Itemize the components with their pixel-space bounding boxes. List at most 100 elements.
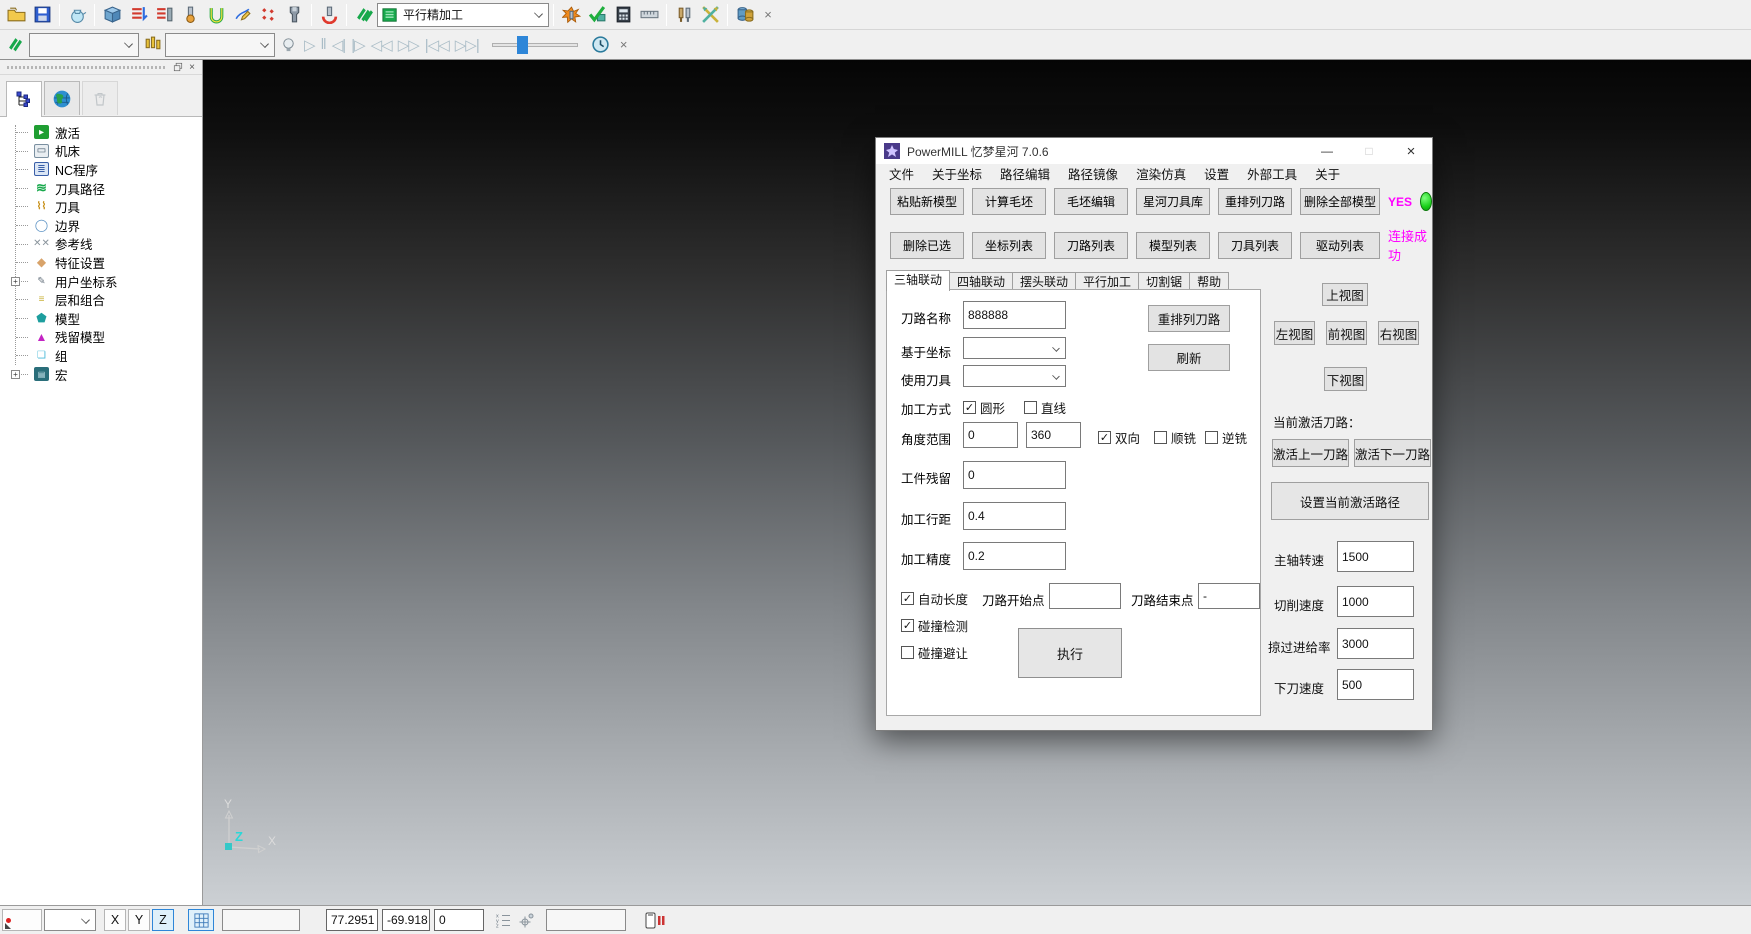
drive-list-button[interactable]: 驱动列表 — [1300, 232, 1380, 259]
view-left-button[interactable]: 左视图 — [1274, 321, 1315, 345]
toolpath-list-button[interactable]: 刀路列表 — [1054, 232, 1128, 259]
panel-float-icon[interactable] — [171, 61, 185, 73]
powermill-logo-icon[interactable] — [351, 2, 377, 28]
sim-toolbar-close-icon[interactable]: × — [614, 35, 634, 55]
marker-tool-button[interactable] — [2, 909, 42, 931]
calculator-icon[interactable] — [610, 2, 636, 28]
menu-file[interactable]: 文件 — [880, 165, 923, 186]
rearrange-toolpaths-button[interactable]: 重排列刀路 — [1218, 188, 1292, 215]
tree-item-reference-lines[interactable]: ✕✕参考线 — [10, 235, 202, 254]
sim-speed-slider[interactable] — [492, 43, 578, 47]
tree-item-feature-sets[interactable]: ◆特征设置 — [10, 253, 202, 272]
activate-prev-toolpath-button[interactable]: 激活上一刀路 — [1272, 439, 1349, 467]
boundary-icon[interactable] — [203, 2, 229, 28]
angle-to-input[interactable]: 360 — [1026, 422, 1081, 448]
end-point-input[interactable]: - — [1198, 583, 1260, 609]
tree-item-models[interactable]: ⬟模型 — [10, 309, 202, 328]
fast-forward-icon[interactable]: ▷▷ — [395, 36, 422, 54]
collision-avoid-checkbox[interactable]: 碰撞避让 — [901, 643, 968, 662]
sim-tool-combo[interactable] — [165, 33, 275, 57]
menu-path-mirror[interactable]: 路径镜像 — [1059, 165, 1127, 186]
view-right-button[interactable]: 右视图 — [1378, 321, 1419, 345]
refresh-button[interactable]: 刷新 — [1148, 344, 1230, 371]
menu-path-edit[interactable]: 路径编辑 — [991, 165, 1059, 186]
tab-recycle-bin[interactable] — [82, 81, 118, 115]
step-forward-icon[interactable]: |▷ — [348, 36, 367, 54]
tool-list-button[interactable]: 刀具列表 — [1218, 232, 1292, 259]
block-icon[interactable] — [99, 2, 125, 28]
start-point-input[interactable] — [1049, 583, 1121, 609]
xyz-list-icon[interactable]: xyz — [496, 912, 512, 928]
calc-stock-button[interactable]: 计算毛坯 — [972, 188, 1046, 215]
mode-circle-checkbox[interactable]: ✓圆形 — [963, 398, 1005, 417]
tree-item-machine-tool[interactable]: ▭机床 — [10, 142, 202, 161]
coord-list-button[interactable]: 坐标列表 — [972, 232, 1046, 259]
view-bottom-button[interactable]: 下视图 — [1324, 367, 1367, 391]
rewind-icon[interactable]: ◁◁ — [368, 36, 395, 54]
tree-item-stock-models[interactable]: ▲残留模型 — [10, 328, 202, 347]
collision-check-checkbox[interactable]: ✓碰撞检测 — [901, 616, 968, 635]
angle-from-input[interactable]: 0 — [963, 422, 1018, 448]
use-tool-combo[interactable] — [963, 365, 1066, 387]
tool-holder-icon[interactable] — [281, 2, 307, 28]
toolbar-close-icon[interactable]: × — [758, 5, 778, 25]
stepover-input[interactable]: 0.4 — [963, 502, 1066, 530]
stock-edit-button[interactable]: 毛坯编辑 — [1054, 188, 1128, 215]
view-front-button[interactable]: 前视图 — [1326, 321, 1367, 345]
tab-web-globe[interactable] — [44, 81, 80, 115]
mode-line-checkbox[interactable]: 直线 — [1024, 398, 1066, 417]
go-to-start-icon[interactable]: |◁◁ — [422, 36, 452, 54]
go-to-end-icon[interactable]: ▷▷| — [452, 36, 482, 54]
toolpath-name-input[interactable]: 888888 — [963, 301, 1066, 329]
minimize-icon[interactable]: — — [1306, 138, 1348, 164]
delete-selected-button[interactable]: 删除已选 — [890, 232, 964, 259]
tree-item-groups[interactable]: ❏组 — [10, 346, 202, 365]
stock-remain-input[interactable]: 0 — [963, 461, 1066, 489]
base-coord-combo[interactable] — [963, 337, 1066, 359]
tree-item-boundaries[interactable]: ◯边界 — [10, 216, 202, 235]
ruler-measure-icon[interactable] — [636, 2, 662, 28]
tab-explorer-tree[interactable] — [6, 81, 42, 117]
tree-item-tools[interactable]: ⌇⌇刀具 — [10, 197, 202, 216]
set-active-path-button[interactable]: 设置当前激活路径 — [1271, 482, 1429, 520]
model-list-button[interactable]: 模型列表 — [1136, 232, 1210, 259]
stock-model-cylinders-icon[interactable] — [732, 2, 758, 28]
powermill-toolpath-icon[interactable] — [3, 32, 29, 58]
axis-x-button[interactable]: X — [104, 909, 126, 931]
pattern-pencil-icon[interactable] — [229, 2, 255, 28]
tool-icon[interactable] — [177, 2, 203, 28]
expand-icon[interactable]: + — [11, 277, 20, 286]
plunge-speed-input[interactable]: 500 — [1337, 669, 1414, 700]
paste-new-model-button[interactable]: 粘贴新模型 — [890, 188, 964, 215]
menu-about[interactable]: 关于 — [1306, 165, 1349, 186]
menu-external-tools[interactable]: 外部工具 — [1238, 165, 1306, 186]
skim-feedrate-input[interactable]: 3000 — [1337, 628, 1414, 659]
open-project-icon[interactable] — [3, 2, 29, 28]
toolpath-strategy-icon[interactable] — [125, 2, 151, 28]
direction-both-checkbox[interactable]: ✓双向 — [1098, 428, 1140, 447]
play-icon[interactable]: ▷ — [301, 36, 318, 54]
cursor-z-field[interactable]: 0 — [434, 909, 484, 931]
spindle-speed-input[interactable]: 1500 — [1337, 541, 1414, 572]
climb-milling-checkbox[interactable]: 顺铣 — [1154, 428, 1196, 447]
maximize-icon[interactable]: □ — [1348, 138, 1390, 164]
galaxy-tool-library-button[interactable]: 星河刀具库 — [1136, 188, 1210, 215]
axis-z-button[interactable]: Z — [152, 909, 174, 931]
tolerance-status-field[interactable] — [546, 909, 626, 931]
tolerance-input[interactable]: 0.2 — [963, 542, 1066, 570]
status-combo[interactable] — [44, 909, 96, 931]
close-icon[interactable]: × — [1390, 138, 1432, 164]
step-back-icon[interactable]: ◁| — [329, 36, 348, 54]
delete-all-models-button[interactable]: 删除全部模型 — [1300, 188, 1380, 215]
menu-about-coords[interactable]: 关于坐标 — [923, 165, 991, 186]
expand-icon[interactable]: + — [11, 370, 20, 379]
cursor-y-field[interactable]: -69.918 — [382, 909, 430, 931]
execute-button[interactable]: 执行 — [1018, 628, 1122, 678]
panel-close-icon[interactable]: × — [185, 61, 199, 73]
device-pause-icon[interactable] — [644, 912, 666, 929]
tree-item-workplanes[interactable]: +✎用户坐标系 — [10, 272, 202, 291]
rearrange-toolpaths-button-2[interactable]: 重排列刀路 — [1148, 305, 1230, 332]
grid-snap-button[interactable] — [188, 909, 214, 931]
nc-program-icon[interactable] — [151, 2, 177, 28]
activate-next-toolpath-button[interactable]: 激活下一刀路 — [1354, 439, 1431, 467]
